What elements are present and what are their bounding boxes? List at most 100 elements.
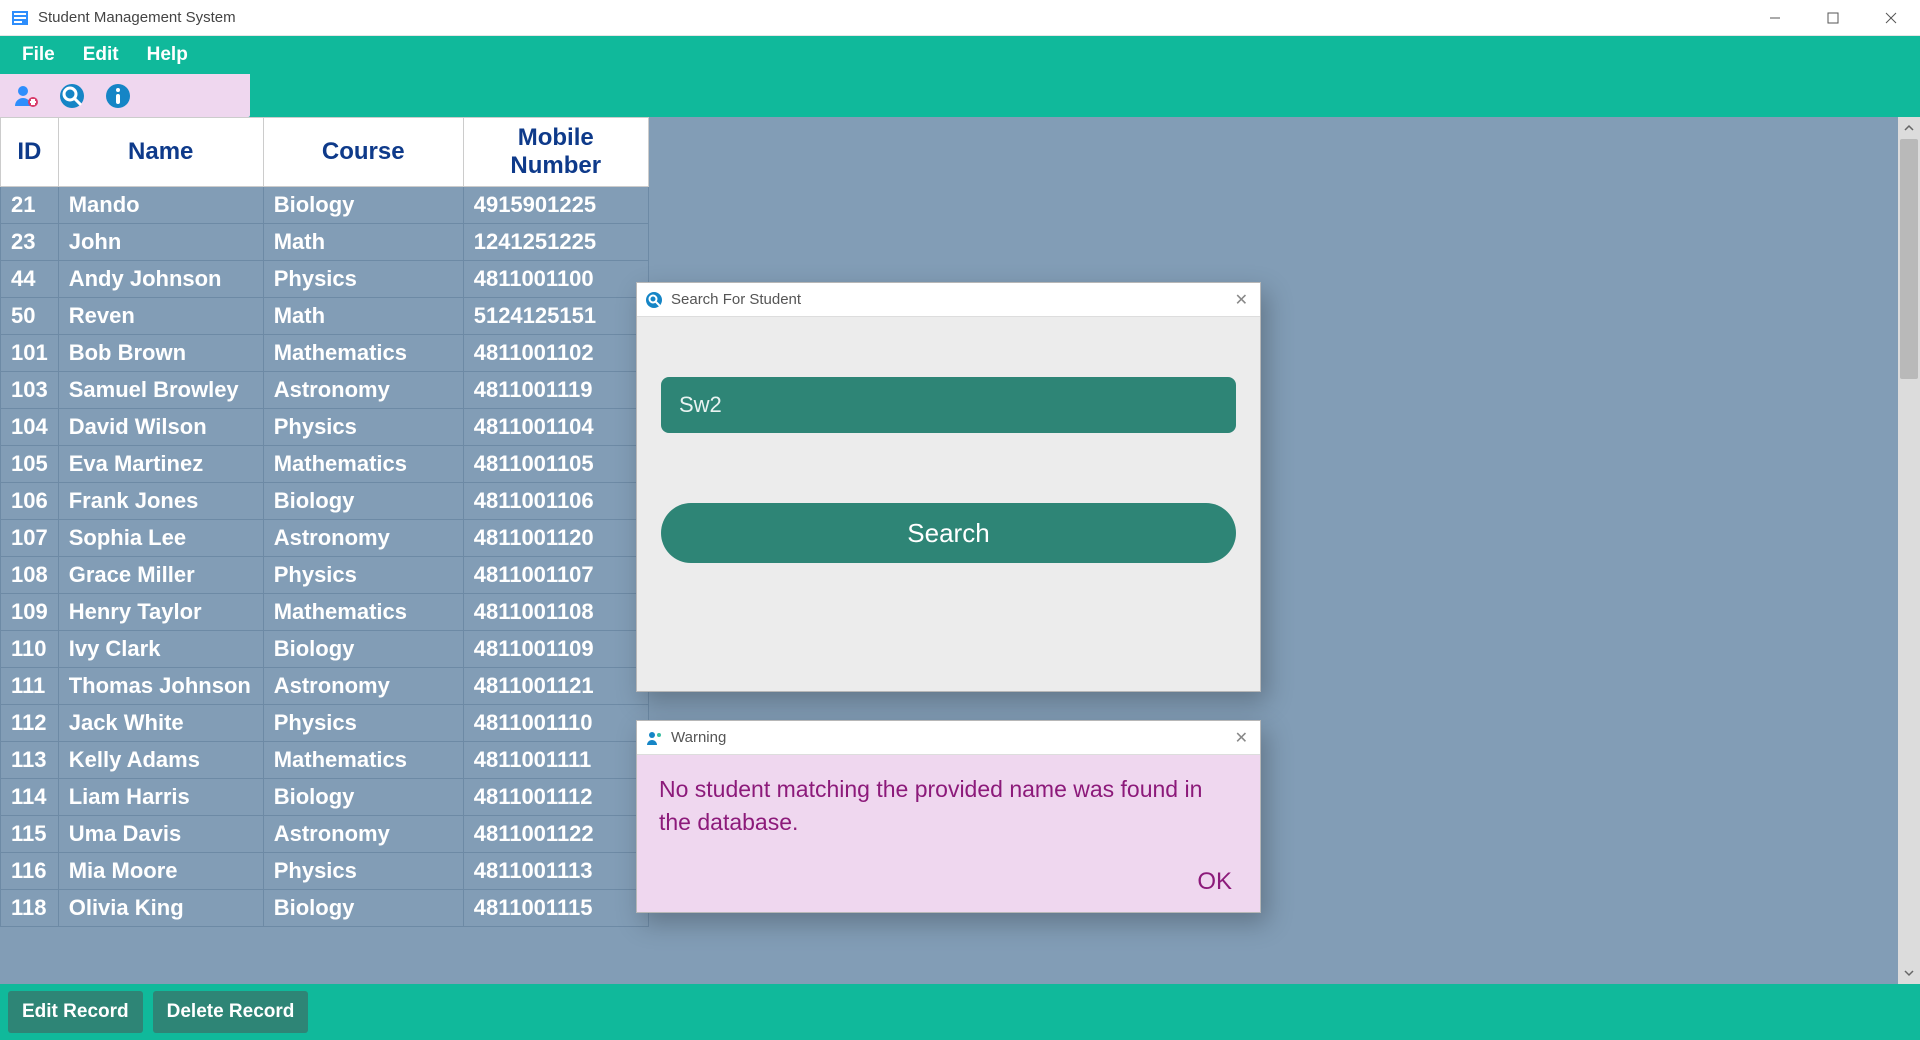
table-cell[interactable]: Mathematics bbox=[263, 446, 463, 483]
table-cell[interactable]: Ivy Clark bbox=[58, 631, 263, 668]
table-cell[interactable]: David Wilson bbox=[58, 409, 263, 446]
table-cell[interactable]: Frank Jones bbox=[58, 483, 263, 520]
table-cell[interactable]: 4811001110 bbox=[463, 705, 648, 742]
table-cell[interactable]: 116 bbox=[1, 853, 59, 890]
table-row[interactable]: 23JohnMath1241251225 bbox=[1, 224, 649, 261]
table-cell[interactable]: Grace Miller bbox=[58, 557, 263, 594]
table-cell[interactable]: Astronomy bbox=[263, 372, 463, 409]
table-cell[interactable]: Math bbox=[263, 298, 463, 335]
column-header[interactable]: Name bbox=[58, 118, 263, 187]
table-cell[interactable]: Biology bbox=[263, 483, 463, 520]
info-icon[interactable] bbox=[104, 82, 132, 110]
column-header[interactable]: Mobile Number bbox=[463, 118, 648, 187]
table-cell[interactable]: Mia Moore bbox=[58, 853, 263, 890]
table-row[interactable]: 113Kelly AdamsMathematics4811001111 bbox=[1, 742, 649, 779]
table-cell[interactable]: 4811001111 bbox=[463, 742, 648, 779]
table-row[interactable]: 21MandoBiology4915901225 bbox=[1, 187, 649, 224]
table-cell[interactable]: 4811001102 bbox=[463, 335, 648, 372]
table-cell[interactable]: 4811001115 bbox=[463, 890, 648, 927]
search-submit-button[interactable]: Search bbox=[661, 503, 1236, 563]
table-cell[interactable]: 105 bbox=[1, 446, 59, 483]
table-cell[interactable]: Astronomy bbox=[263, 520, 463, 557]
table-cell[interactable]: 103 bbox=[1, 372, 59, 409]
table-cell[interactable]: 4811001109 bbox=[463, 631, 648, 668]
table-cell[interactable]: Sophia Lee bbox=[58, 520, 263, 557]
table-cell[interactable]: 104 bbox=[1, 409, 59, 446]
add-student-icon[interactable] bbox=[12, 82, 40, 110]
table-row[interactable]: 108Grace MillerPhysics4811001107 bbox=[1, 557, 649, 594]
table-cell[interactable]: 110 bbox=[1, 631, 59, 668]
table-cell[interactable]: 50 bbox=[1, 298, 59, 335]
warning-dialog-titlebar[interactable]: Warning ✕ bbox=[637, 721, 1260, 755]
table-cell[interactable]: Astronomy bbox=[263, 816, 463, 853]
table-cell[interactable]: 106 bbox=[1, 483, 59, 520]
table-cell[interactable]: 115 bbox=[1, 816, 59, 853]
table-row[interactable]: 101Bob BrownMathematics4811001102 bbox=[1, 335, 649, 372]
table-cell[interactable]: Uma Davis bbox=[58, 816, 263, 853]
table-row[interactable]: 116Mia MoorePhysics4811001113 bbox=[1, 853, 649, 890]
table-row[interactable]: 115Uma DavisAstronomy4811001122 bbox=[1, 816, 649, 853]
table-row[interactable]: 50RevenMath5124125151 bbox=[1, 298, 649, 335]
table-row[interactable]: 114Liam HarrisBiology4811001112 bbox=[1, 779, 649, 816]
table-cell[interactable]: 109 bbox=[1, 594, 59, 631]
table-row[interactable]: 107Sophia LeeAstronomy4811001120 bbox=[1, 520, 649, 557]
table-row[interactable]: 105Eva MartinezMathematics4811001105 bbox=[1, 446, 649, 483]
table-cell[interactable]: Math bbox=[263, 224, 463, 261]
menu-file[interactable]: File bbox=[12, 40, 65, 70]
table-cell[interactable]: 118 bbox=[1, 890, 59, 927]
delete-record-button[interactable]: Delete Record bbox=[153, 991, 309, 1033]
table-row[interactable]: 104David WilsonPhysics4811001104 bbox=[1, 409, 649, 446]
table-cell[interactable]: Olivia King bbox=[58, 890, 263, 927]
table-row[interactable]: 106Frank JonesBiology4811001106 bbox=[1, 483, 649, 520]
table-cell[interactable]: 4811001100 bbox=[463, 261, 648, 298]
warning-ok-button[interactable]: OK bbox=[1191, 864, 1238, 902]
table-cell[interactable]: 1241251225 bbox=[463, 224, 648, 261]
table-cell[interactable]: Eva Martinez bbox=[58, 446, 263, 483]
table-cell[interactable]: Samuel Browley bbox=[58, 372, 263, 409]
table-cell[interactable]: Andy Johnson bbox=[58, 261, 263, 298]
menu-help[interactable]: Help bbox=[137, 40, 198, 70]
table-cell[interactable]: Bob Brown bbox=[58, 335, 263, 372]
table-cell[interactable]: 5124125151 bbox=[463, 298, 648, 335]
table-cell[interactable]: 112 bbox=[1, 705, 59, 742]
table-cell[interactable]: 4811001108 bbox=[463, 594, 648, 631]
table-row[interactable]: 111Thomas JohnsonAstronomy4811001121 bbox=[1, 668, 649, 705]
column-header[interactable]: ID bbox=[1, 118, 59, 187]
scroll-thumb[interactable] bbox=[1900, 139, 1918, 379]
table-cell[interactable]: Mathematics bbox=[263, 594, 463, 631]
table-row[interactable]: 103Samuel BrowleyAstronomy4811001119 bbox=[1, 372, 649, 409]
minimize-button[interactable] bbox=[1746, 0, 1804, 36]
students-table[interactable]: IDNameCourseMobile Number 21MandoBiology… bbox=[0, 117, 649, 927]
table-cell[interactable]: Liam Harris bbox=[58, 779, 263, 816]
table-row[interactable]: 112Jack WhitePhysics4811001110 bbox=[1, 705, 649, 742]
table-cell[interactable]: 114 bbox=[1, 779, 59, 816]
table-row[interactable]: 109Henry TaylorMathematics4811001108 bbox=[1, 594, 649, 631]
table-cell[interactable]: Kelly Adams bbox=[58, 742, 263, 779]
table-cell[interactable]: 107 bbox=[1, 520, 59, 557]
table-cell[interactable]: 108 bbox=[1, 557, 59, 594]
table-cell[interactable]: Mathematics bbox=[263, 335, 463, 372]
table-cell[interactable]: 4811001112 bbox=[463, 779, 648, 816]
close-button[interactable] bbox=[1862, 0, 1920, 36]
table-cell[interactable]: 4811001107 bbox=[463, 557, 648, 594]
column-header[interactable]: Course bbox=[263, 118, 463, 187]
table-cell[interactable]: Physics bbox=[263, 261, 463, 298]
table-cell[interactable]: Physics bbox=[263, 853, 463, 890]
search-name-input[interactable] bbox=[661, 377, 1236, 433]
table-cell[interactable]: 113 bbox=[1, 742, 59, 779]
table-cell[interactable]: Physics bbox=[263, 409, 463, 446]
table-cell[interactable]: 4811001106 bbox=[463, 483, 648, 520]
table-cell[interactable]: Physics bbox=[263, 705, 463, 742]
maximize-button[interactable] bbox=[1804, 0, 1862, 36]
edit-record-button[interactable]: Edit Record bbox=[8, 991, 143, 1033]
table-cell[interactable]: 4811001119 bbox=[463, 372, 648, 409]
table-cell[interactable]: 4915901225 bbox=[463, 187, 648, 224]
search-dialog-titlebar[interactable]: Search For Student ✕ bbox=[637, 283, 1260, 317]
table-cell[interactable]: 4811001122 bbox=[463, 816, 648, 853]
table-cell[interactable]: Henry Taylor bbox=[58, 594, 263, 631]
table-cell[interactable]: Astronomy bbox=[263, 668, 463, 705]
table-cell[interactable]: 4811001121 bbox=[463, 668, 648, 705]
table-cell[interactable]: Reven bbox=[58, 298, 263, 335]
search-dialog-close-icon[interactable]: ✕ bbox=[1231, 290, 1252, 310]
table-cell[interactable]: Biology bbox=[263, 631, 463, 668]
